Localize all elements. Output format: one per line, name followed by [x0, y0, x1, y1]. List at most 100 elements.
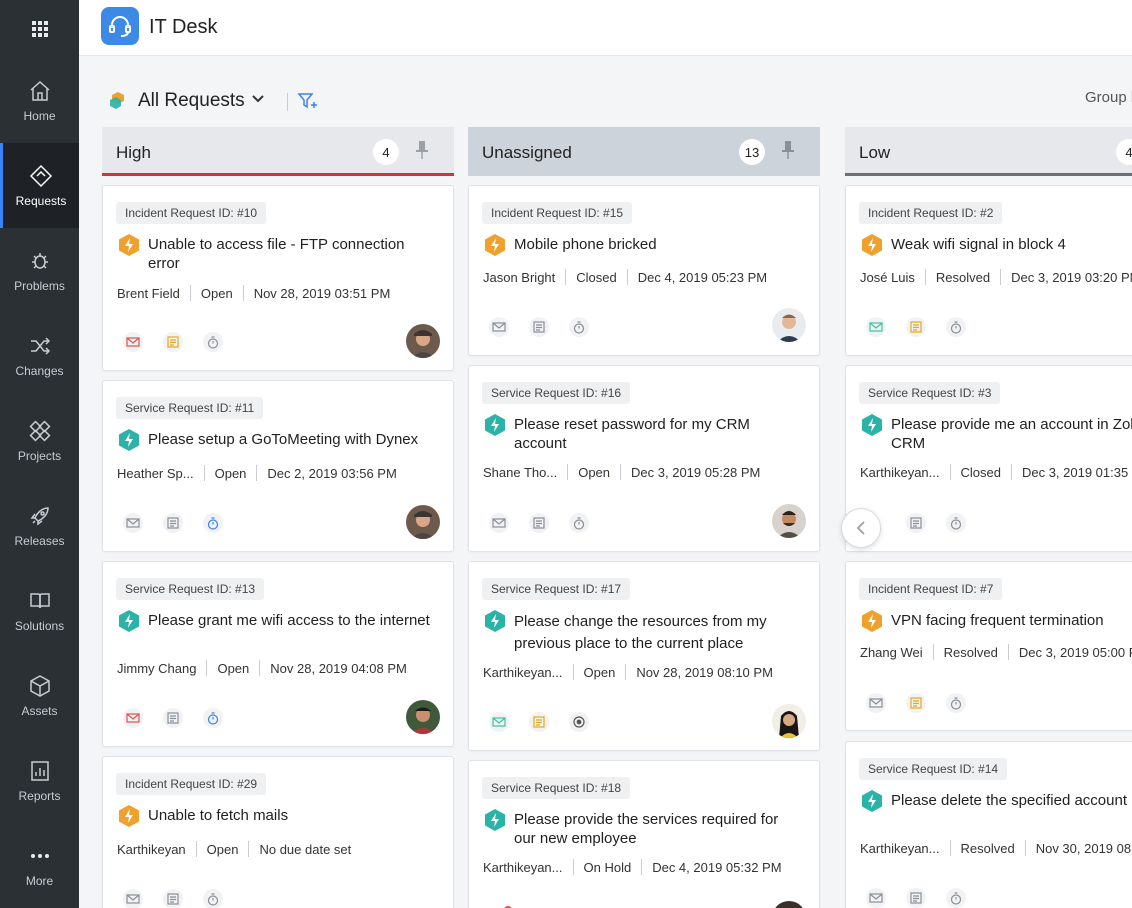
- group-by-label[interactable]: Group by: [1085, 89, 1132, 106]
- request-card[interactable]: Service Request ID: #16 Please reset pas…: [468, 365, 820, 552]
- request-id-tag: Service Request ID: #16: [482, 382, 631, 404]
- request-subject[interactable]: Mobile phone bricked: [514, 235, 804, 254]
- request-card[interactable]: Service Request ID: #11 Please setup a G…: [102, 380, 454, 552]
- sidebar-item-requests[interactable]: Requests: [0, 143, 79, 228]
- avatar[interactable]: [772, 901, 806, 908]
- notes-icon[interactable]: [906, 693, 926, 713]
- sidebar-item-projects[interactable]: Projects: [0, 398, 79, 483]
- email-icon[interactable]: [489, 513, 509, 533]
- notes-icon[interactable]: [163, 708, 183, 728]
- sidebar-item-changes[interactable]: Changes: [0, 313, 79, 398]
- notes-icon[interactable]: [163, 513, 183, 533]
- shuffle-icon: [30, 336, 50, 355]
- request-subject[interactable]: Please reset password for my CRM account: [514, 415, 804, 453]
- grid-icon: [31, 21, 48, 37]
- notes-icon[interactable]: [529, 513, 549, 533]
- request-meta: Shane Tho... Open Dec 3, 2019 05:28 PM: [483, 464, 760, 480]
- avatar[interactable]: [772, 704, 806, 738]
- email-icon[interactable]: [123, 513, 143, 533]
- timer-icon[interactable]: [203, 332, 223, 352]
- scroll-left-button[interactable]: [841, 508, 881, 548]
- request-subject[interactable]: VPN facing frequent termination: [891, 611, 1132, 630]
- service-icon: [862, 414, 882, 436]
- avatar[interactable]: [406, 324, 440, 358]
- sidebar-item-solutions[interactable]: Solutions: [0, 568, 79, 653]
- view-selector[interactable]: All Requests: [138, 90, 245, 112]
- kanban-board: High 4 Incident Request ID: #10 Unable t…: [79, 127, 1132, 908]
- app-switcher-button[interactable]: [0, 0, 79, 58]
- email-icon[interactable]: [866, 888, 886, 908]
- request-card[interactable]: Incident Request ID: #10 Unable to acces…: [102, 185, 454, 371]
- timer-icon[interactable]: [203, 513, 223, 533]
- service-icon: [119, 610, 139, 632]
- card-actions: [866, 888, 966, 908]
- timer-icon[interactable]: [203, 889, 223, 908]
- request-card[interactable]: Service Request ID: #17 Please change th…: [468, 561, 820, 751]
- request-card[interactable]: Incident Request ID: #2 Weak wifi signal…: [845, 185, 1132, 356]
- sidebar-item-problems[interactable]: Problems: [0, 228, 79, 313]
- notes-icon[interactable]: [529, 712, 549, 732]
- sidebar-item-home[interactable]: Home: [0, 58, 79, 143]
- email-icon[interactable]: [123, 332, 143, 352]
- request-subject[interactable]: Unable to access file - FTP connection e…: [148, 235, 438, 273]
- request-card[interactable]: Incident Request ID: #29 Unable to fetch…: [102, 756, 454, 908]
- add-filter-icon[interactable]: [297, 91, 319, 111]
- timer-icon[interactable]: [946, 888, 966, 908]
- notes-icon[interactable]: [163, 889, 183, 908]
- chevron-down-icon[interactable]: [251, 94, 265, 104]
- incident-icon: [862, 610, 882, 632]
- email-icon[interactable]: [489, 317, 509, 337]
- request-subject[interactable]: Please delete the specified account in A…: [891, 791, 1132, 810]
- incident-icon: [485, 234, 505, 256]
- request-card[interactable]: Service Request ID: #14 Please delete th…: [845, 741, 1132, 908]
- timer-icon[interactable]: [946, 317, 966, 337]
- request-card[interactable]: Service Request ID: #3 Please provide me…: [845, 365, 1132, 552]
- request-subject[interactable]: Please provide me an account in Zoho CRM: [891, 415, 1132, 453]
- request-card[interactable]: Service Request ID: #18 Please provide t…: [468, 760, 820, 908]
- pin-icon[interactable]: [414, 140, 430, 160]
- timer-icon[interactable]: [946, 513, 966, 533]
- home-icon: [30, 80, 49, 101]
- email-icon[interactable]: [866, 317, 886, 337]
- notes-icon[interactable]: [906, 513, 926, 533]
- timer-icon[interactable]: [203, 708, 223, 728]
- avatar[interactable]: [406, 700, 440, 734]
- report-icon: [30, 760, 49, 781]
- requester-name: Heather Sp...: [117, 465, 194, 481]
- sidebar-item-more[interactable]: More: [0, 823, 79, 908]
- request-subject[interactable]: Please grant me wifi access to the inter…: [148, 611, 438, 630]
- request-card[interactable]: Incident Request ID: #15 Mobile phone br…: [468, 185, 820, 356]
- notes-icon[interactable]: [906, 317, 926, 337]
- request-due-date: Dec 3, 2019 05:28 PM: [631, 464, 761, 480]
- sidebar-item-label: Home: [23, 108, 56, 123]
- request-card[interactable]: Incident Request ID: #7 VPN facing frequ…: [845, 561, 1132, 731]
- notes-icon[interactable]: [529, 317, 549, 337]
- timer-icon[interactable]: [569, 513, 589, 533]
- email-icon[interactable]: [866, 693, 886, 713]
- sidebar-item-releases[interactable]: Releases: [0, 483, 79, 568]
- request-subject[interactable]: Unable to fetch mails: [148, 806, 438, 825]
- avatar[interactable]: [772, 308, 806, 342]
- notes-icon[interactable]: [906, 888, 926, 908]
- request-subject[interactable]: Weak wifi signal in block 4: [891, 235, 1132, 254]
- email-icon[interactable]: [123, 708, 143, 728]
- request-due-date: Nov 30, 2019 08:00 PM: [1035, 840, 1132, 856]
- timer-icon[interactable]: [569, 712, 589, 732]
- notes-icon[interactable]: [163, 332, 183, 352]
- timer-icon[interactable]: [946, 693, 966, 713]
- request-subject[interactable]: Please change the resources from my prev…: [514, 611, 804, 655]
- timer-icon[interactable]: [569, 317, 589, 337]
- headset-icon: [101, 7, 139, 45]
- request-subject[interactable]: Please provide the services required for…: [514, 810, 804, 848]
- card-actions: [866, 317, 966, 337]
- sidebar-item-assets[interactable]: Assets: [0, 653, 79, 738]
- email-icon[interactable]: [123, 889, 143, 908]
- request-card[interactable]: Service Request ID: #13 Please grant me …: [102, 561, 454, 747]
- request-subject[interactable]: Please setup a GoToMeeting with Dynex: [148, 430, 438, 449]
- pin-icon[interactable]: [780, 140, 796, 160]
- requester-name: Karthikeyan...: [860, 464, 940, 480]
- avatar[interactable]: [772, 504, 806, 538]
- avatar[interactable]: [406, 505, 440, 539]
- email-icon[interactable]: [489, 712, 509, 732]
- sidebar-item-reports[interactable]: Reports: [0, 738, 79, 823]
